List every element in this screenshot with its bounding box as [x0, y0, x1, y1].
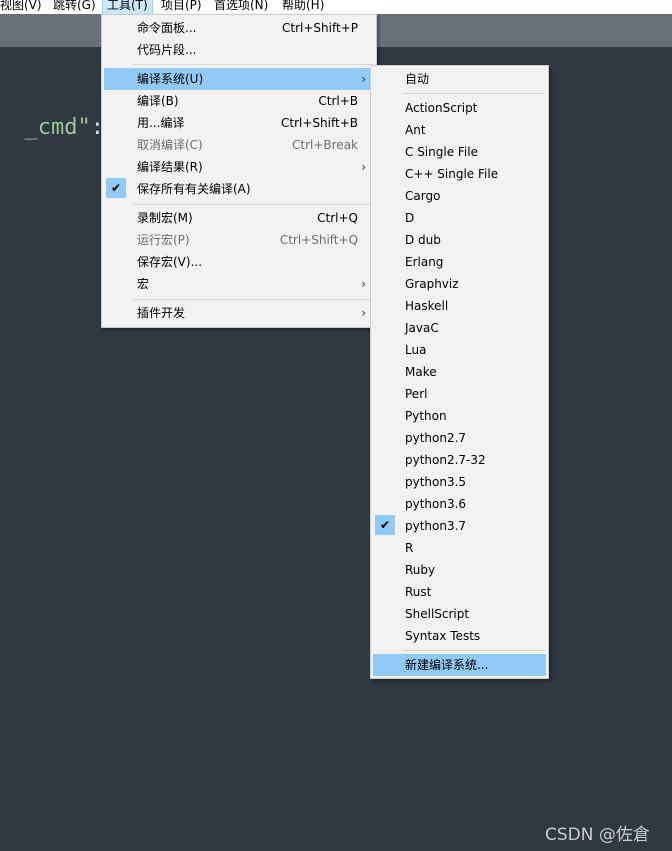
menu-separator — [402, 650, 545, 651]
build-item[interactable]: JavaC — [373, 317, 546, 339]
build-item-auto[interactable]: 自动 — [373, 68, 546, 90]
checkmark-icon: ✔ — [375, 515, 395, 535]
menu-project[interactable]: 项目(P) — [161, 0, 202, 14]
build-system-submenu: 自动 ActionScript Ant C Single File C++ Si… — [370, 65, 549, 679]
menu-separator — [402, 93, 545, 94]
menu-tools[interactable]: 工具(T) — [102, 0, 153, 14]
menu-item-build-with[interactable]: 用...编译 Ctrl+Shift+B — [104, 112, 374, 134]
menu-item-build-system[interactable]: 编译系统(U) › — [104, 68, 374, 90]
build-item[interactable]: python3.6 — [373, 493, 546, 515]
menu-separator — [133, 299, 373, 300]
build-item[interactable]: D dub — [373, 229, 546, 251]
build-item[interactable]: python2.7 — [373, 427, 546, 449]
build-item[interactable]: ActionScript — [373, 97, 546, 119]
menu-help[interactable]: 帮助(H) — [282, 0, 324, 14]
menu-item-developer[interactable]: 插件开发 › — [104, 302, 374, 324]
build-item[interactable]: Erlang — [373, 251, 546, 273]
build-item[interactable]: C Single File — [373, 141, 546, 163]
build-item[interactable]: Make — [373, 361, 546, 383]
code-string: _cmd" — [24, 115, 91, 140]
build-item[interactable]: ShellScript — [373, 603, 546, 625]
menu-item-cancel-build[interactable]: 取消编译(C) Ctrl+Break — [104, 134, 374, 156]
menu-item-command-palette[interactable]: 命令面板... Ctrl+Shift+P — [104, 17, 374, 39]
menu-item-run-macro[interactable]: 运行宏(P) Ctrl+Shift+Q — [104, 229, 374, 251]
chevron-right-icon: › — [361, 277, 366, 291]
build-item[interactable]: Ruby — [373, 559, 546, 581]
chevron-right-icon: › — [361, 306, 366, 320]
menu-item-build[interactable]: 编译(B) Ctrl+B — [104, 90, 374, 112]
watermark: CSDN @佐倉 — [545, 825, 650, 845]
build-item[interactable]: Cargo — [373, 185, 546, 207]
build-item[interactable]: Graphviz — [373, 273, 546, 295]
menu-item-build-results[interactable]: 编译结果(R) › — [104, 156, 374, 178]
menu-bar: 视图(V) 跳转(G) 工具(T) 项目(P) 首选项(N) 帮助(H) — [0, 0, 672, 14]
build-item[interactable]: Ant — [373, 119, 546, 141]
build-item[interactable]: Lua — [373, 339, 546, 361]
menu-item-save-all-on-build[interactable]: ✔ 保存所有有关编译(A) — [104, 178, 374, 200]
menu-separator — [133, 204, 373, 205]
menu-view[interactable]: 视图(V) — [0, 0, 42, 14]
build-item[interactable]: Haskell — [373, 295, 546, 317]
chevron-right-icon: › — [361, 160, 366, 174]
menu-item-save-macro[interactable]: 保存宏(V)... — [104, 251, 374, 273]
menu-preferences[interactable]: 首选项(N) — [214, 0, 268, 14]
build-item[interactable]: Perl — [373, 383, 546, 405]
build-item[interactable]: C++ Single File — [373, 163, 546, 185]
menu-item-macros[interactable]: 宏 › — [104, 273, 374, 295]
menu-goto[interactable]: 跳转(G) — [53, 0, 96, 14]
build-item-selected[interactable]: ✔ python3.7 — [373, 515, 546, 537]
build-item-new-build-system[interactable]: 新建编译系统... — [373, 654, 546, 676]
build-item[interactable]: D — [373, 207, 546, 229]
build-item[interactable]: R — [373, 537, 546, 559]
build-item[interactable]: python2.7-32 — [373, 449, 546, 471]
build-item[interactable]: Syntax Tests — [373, 625, 546, 647]
menu-separator — [133, 64, 373, 65]
menu-item-record-macro[interactable]: 录制宏(M) Ctrl+Q — [104, 207, 374, 229]
build-item[interactable]: python3.5 — [373, 471, 546, 493]
build-item[interactable]: Python — [373, 405, 546, 427]
editor-code-line[interactable]: _cmd": — [0, 83, 104, 140]
build-item[interactable]: Rust — [373, 581, 546, 603]
checkmark-icon: ✔ — [106, 178, 126, 198]
tools-menu: 命令面板... Ctrl+Shift+P 代码片段... 编译系统(U) › 编… — [101, 14, 377, 328]
chevron-right-icon: › — [361, 72, 366, 86]
menu-item-snippets[interactable]: 代码片段... — [104, 39, 374, 61]
